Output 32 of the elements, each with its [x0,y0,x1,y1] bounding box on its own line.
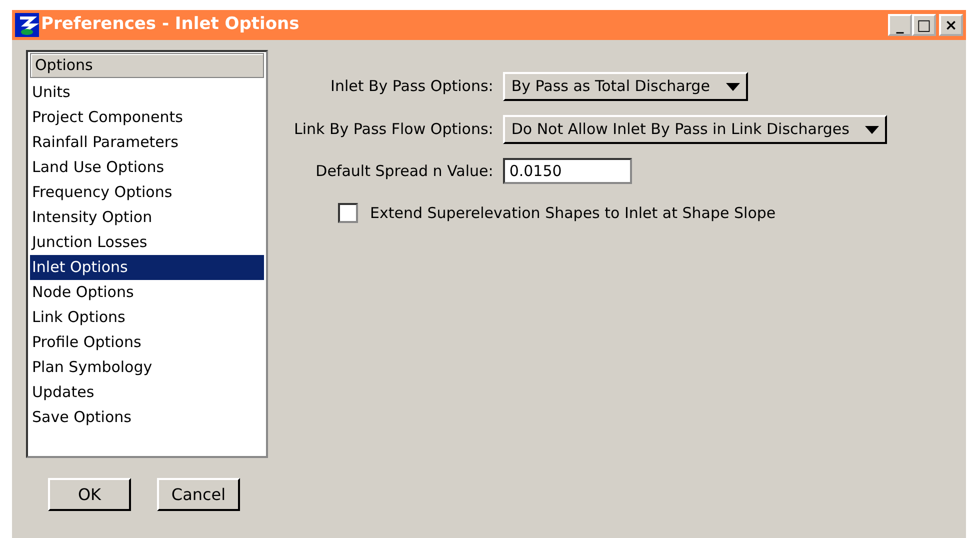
dropdown[interactable]: By Pass as Total Discharge [503,72,748,101]
close-button[interactable]: × [939,14,963,36]
field-label: Inlet By Pass Options: [330,76,494,98]
field-label: Link By Pass Flow Options: [294,119,494,140]
checkbox[interactable] [338,203,358,224]
window-title: Preferences - Inlet Options [41,13,300,36]
list-item[interactable]: Land Use Options [30,155,264,180]
list-item[interactable]: Junction Losses [30,230,264,255]
list-item[interactable]: Save Options [30,405,264,430]
list-item[interactable]: Units [30,80,264,105]
input-field[interactable]: 0.0150 [503,158,632,184]
minimize-button[interactable]: _ [888,14,912,36]
cancel-button[interactable]: Cancel [157,478,240,511]
list-header: Options [30,53,264,78]
list-item[interactable]: Inlet Options [30,255,264,280]
list-item[interactable]: Rainfall Parameters [30,130,264,155]
list-item[interactable]: Updates [30,380,264,405]
dropdown-arrow-icon [726,82,740,90]
list-item[interactable]: Frequency Options [30,180,264,205]
checkbox-label: Extend Superelevation Shapes to Inlet at Shape Slope [370,203,776,224]
app-logo-icon [15,13,39,37]
maximize-button[interactable]: □ [912,14,936,36]
dropdown[interactable]: Do Not Allow Inlet By Pass in Link Discharges [503,115,888,144]
list-item[interactable]: Profile Options [30,330,264,355]
list-item[interactable]: Intensity Option [30,205,264,230]
dropdown-arrow-icon [865,126,880,134]
list-item[interactable]: Node Options [30,280,264,305]
list-item[interactable]: Link Options [30,305,264,330]
ok-button[interactable]: OK [48,478,131,511]
list-item[interactable]: Project Components [30,105,264,130]
field-label: Default Spread n Value: [314,160,494,182]
list-item[interactable]: Plan Symbology [30,355,264,380]
